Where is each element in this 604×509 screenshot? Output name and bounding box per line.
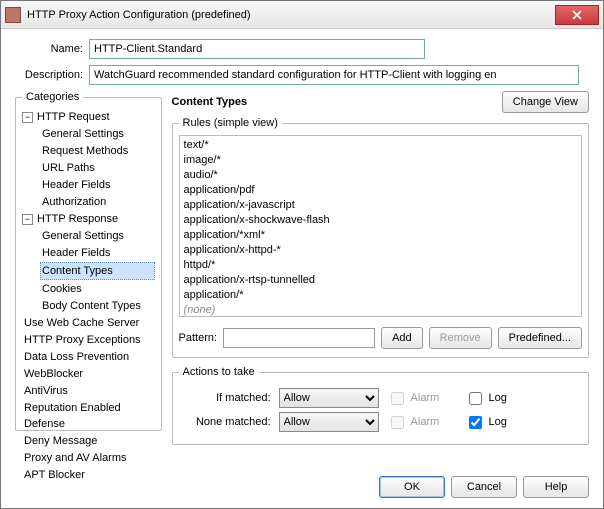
app-icon <box>5 7 21 23</box>
tree-leaf[interactable]: General Settings <box>40 228 155 244</box>
tree-leaf[interactable]: APT Blocker <box>22 467 155 483</box>
if-matched-select[interactable]: Allow <box>279 388 379 408</box>
rules-group: Rules (simple view) text/* image/* audio… <box>172 117 589 358</box>
log-label: Log <box>489 416 507 428</box>
name-label: Name: <box>15 43 83 55</box>
none-matched-alarm-checkbox[interactable] <box>391 416 404 429</box>
tree-leaf[interactable]: AntiVirus <box>22 383 155 399</box>
window-title: HTTP Proxy Action Configuration (predefi… <box>27 9 553 21</box>
none-matched-row: None matched: Allow Alarm Log <box>179 412 582 432</box>
pattern-label: Pattern: <box>179 332 218 344</box>
tree-leaf[interactable]: Body Content Types <box>40 298 155 314</box>
none-matched-label: None matched: <box>179 416 271 428</box>
none-matched-log[interactable]: Log <box>465 413 535 432</box>
if-matched-log-checkbox[interactable] <box>469 392 482 405</box>
tree-leaf[interactable]: Request Methods <box>40 143 155 159</box>
pattern-row: Pattern: Add Remove Predefined... <box>179 327 582 349</box>
collapse-icon[interactable]: − <box>22 112 33 123</box>
list-item[interactable]: application/* <box>184 288 577 303</box>
none-matched-alarm[interactable]: Alarm <box>387 413 457 432</box>
description-field[interactable] <box>89 65 579 85</box>
collapse-icon[interactable]: − <box>22 214 33 225</box>
tree-leaf[interactable]: Header Fields <box>40 177 155 193</box>
categories-group: Categories −HTTP Request General Setting… <box>15 91 162 431</box>
change-view-button[interactable]: Change View <box>502 91 589 113</box>
list-item[interactable]: application/*xml* <box>184 228 577 243</box>
close-button[interactable] <box>555 5 599 25</box>
http-request-children: General Settings Request Methods URL Pat… <box>40 126 155 210</box>
tree-label: HTTP Response <box>37 213 118 225</box>
content-types-heading: Content Types <box>172 96 248 108</box>
name-field[interactable] <box>89 39 425 59</box>
tree-leaf[interactable]: URL Paths <box>40 160 155 176</box>
list-item[interactable]: image/* <box>184 153 577 168</box>
list-item[interactable]: application/pdf <box>184 183 577 198</box>
alarm-label: Alarm <box>411 416 440 428</box>
categories-tree[interactable]: −HTTP Request General Settings Request M… <box>22 109 155 483</box>
predefined-button[interactable]: Predefined... <box>498 327 582 349</box>
tree-leaf[interactable]: Proxy and AV Alarms <box>22 450 155 466</box>
tree-leaf[interactable]: WebBlocker <box>22 366 155 382</box>
rules-legend: Rules (simple view) <box>179 117 282 129</box>
description-label: Description: <box>15 69 83 81</box>
dialog-footer: OK Cancel Help <box>379 476 589 498</box>
right-pane-header: Content Types Change View <box>172 91 589 113</box>
ok-button[interactable]: OK <box>379 476 445 498</box>
categories-legend: Categories <box>22 91 83 103</box>
cancel-button[interactable]: Cancel <box>451 476 517 498</box>
body: Categories −HTTP Request General Setting… <box>15 91 589 445</box>
none-matched-log-checkbox[interactable] <box>469 416 482 429</box>
title-bar: HTTP Proxy Action Configuration (predefi… <box>1 1 603 29</box>
tree-leaf[interactable]: Deny Message <box>22 433 155 449</box>
none-matched-select[interactable]: Allow <box>279 412 379 432</box>
help-button[interactable]: Help <box>523 476 589 498</box>
if-matched-alarm[interactable]: Alarm <box>387 389 457 408</box>
tree-leaf[interactable]: Cookies <box>40 281 155 297</box>
list-item[interactable]: application/x-rtsp-tunnelled <box>184 273 577 288</box>
if-matched-alarm-checkbox[interactable] <box>391 392 404 405</box>
rules-list[interactable]: text/* image/* audio/* application/pdf a… <box>179 135 582 317</box>
tree-leaf[interactable]: Data Loss Prevention <box>22 349 155 365</box>
tree-leaf[interactable]: HTTP Proxy Exceptions <box>22 332 155 348</box>
list-item[interactable]: application/x-javascript <box>184 198 577 213</box>
tree-leaf[interactable]: Header Fields <box>40 245 155 261</box>
tree-leaf-content-types[interactable]: Content Types <box>40 262 155 280</box>
if-matched-log[interactable]: Log <box>465 389 535 408</box>
add-button[interactable]: Add <box>381 327 423 349</box>
remove-button[interactable]: Remove <box>429 327 492 349</box>
tree-leaf[interactable]: Use Web Cache Server <box>22 315 155 331</box>
right-pane: Content Types Change View Rules (simple … <box>172 91 589 445</box>
description-row: Description: <box>15 65 589 85</box>
actions-group: Actions to take If matched: Allow Alarm <box>172 366 589 445</box>
tree-leaf[interactable]: General Settings <box>40 126 155 142</box>
list-item[interactable]: text/* <box>184 138 577 153</box>
log-label: Log <box>489 392 507 404</box>
list-item[interactable]: application/x-shockwave-flash <box>184 213 577 228</box>
list-item[interactable]: audio/* <box>184 168 577 183</box>
actions-area: Actions to take If matched: Allow Alarm <box>172 366 589 445</box>
if-matched-row: If matched: Allow Alarm Log <box>179 388 582 408</box>
pattern-input[interactable] <box>223 328 375 348</box>
if-matched-label: If matched: <box>179 392 271 404</box>
tree-label: HTTP Request <box>37 111 110 123</box>
close-icon <box>572 10 582 20</box>
tree-node-http-request[interactable]: −HTTP Request <box>22 109 155 125</box>
list-item-none[interactable]: (none) <box>184 303 577 317</box>
list-item[interactable]: application/x-httpd-* <box>184 243 577 258</box>
actions-legend: Actions to take <box>179 366 259 378</box>
list-item[interactable]: httpd/* <box>184 258 577 273</box>
dialog-content: Name: Description: Categories −HTTP Requ… <box>1 29 603 493</box>
name-row: Name: <box>15 39 589 59</box>
dialog-window: { "window": { "title": "HTTP Proxy Actio… <box>0 0 604 509</box>
alarm-label: Alarm <box>411 392 440 404</box>
http-response-children: General Settings Header Fields Content T… <box>40 228 155 314</box>
tree-leaf[interactable]: Authorization <box>40 194 155 210</box>
tree-leaf[interactable]: Reputation Enabled Defense <box>22 400 155 432</box>
tree-node-http-response[interactable]: −HTTP Response <box>22 211 155 227</box>
